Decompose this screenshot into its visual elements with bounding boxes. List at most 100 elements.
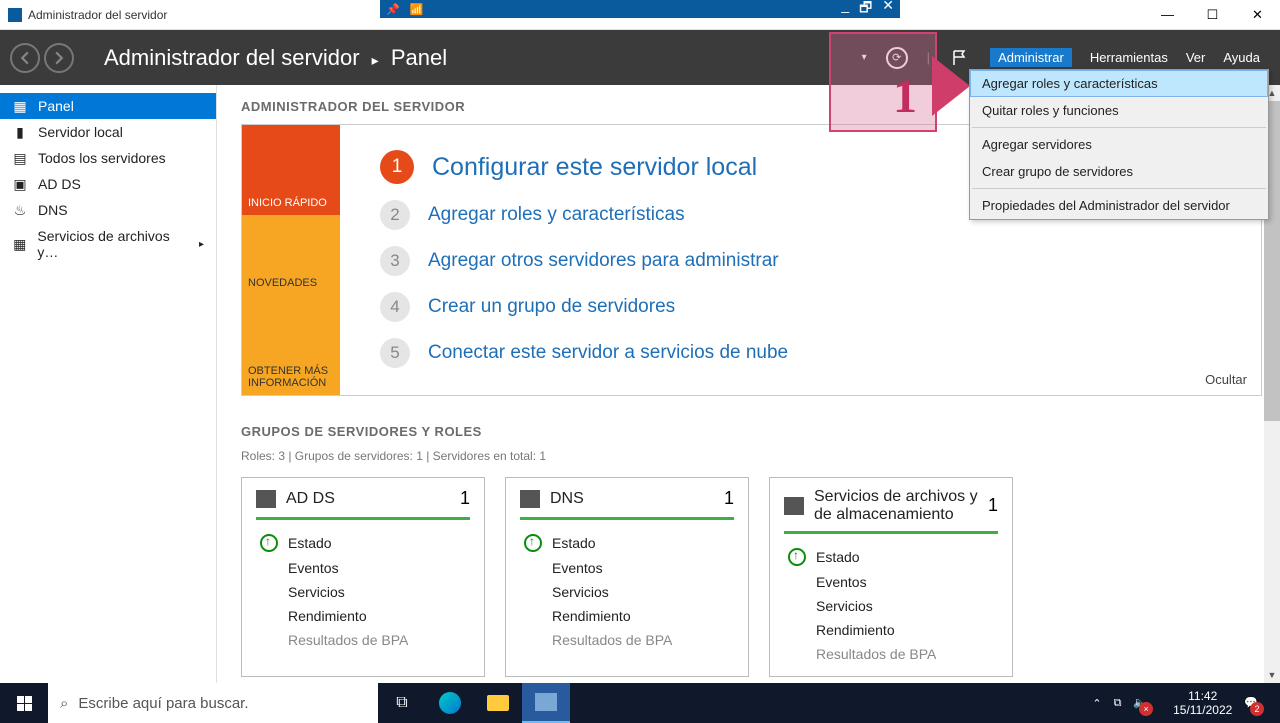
tile-row-bpa[interactable]: Resultados de BPA [256, 628, 470, 652]
close-button[interactable]: ✕ [1235, 0, 1280, 30]
sidebar-item-label: Panel [38, 98, 74, 114]
step-number: 4 [380, 292, 410, 322]
tray-overflow-button[interactable]: ⌃ [1092, 697, 1101, 710]
sidebar-item-label: Servicios de archivos y… [37, 228, 189, 260]
tile-title: DNS [550, 490, 714, 508]
adds-icon: ▣ [12, 176, 28, 192]
annotation-callout: 1 [829, 32, 937, 132]
tile-row-rendimiento[interactable]: Rendimiento [784, 618, 998, 642]
maximize-button[interactable]: ☐ [1190, 0, 1235, 30]
tray-clock[interactable]: 11:42 15/11/2022 [1173, 689, 1232, 718]
outer-window-title: Administrador del servidor [0, 8, 167, 22]
tile-row-rendimiento[interactable]: Rendimiento [520, 604, 734, 628]
task-view-button[interactable]: ⧉ [378, 683, 426, 723]
sidebar-item-adds[interactable]: ▣ AD DS [0, 171, 216, 197]
tile-row-servicios[interactable]: Servicios [256, 580, 470, 604]
tile-row-servicios[interactable]: Servicios [784, 594, 998, 618]
nav-forward-button[interactable] [44, 43, 74, 73]
breadcrumb-current: Panel [391, 45, 447, 70]
status-up-icon [260, 534, 278, 552]
role-tile-adds[interactable]: AD DS 1 Estado Eventos Servicios Rendimi… [241, 477, 485, 677]
taskbar-search[interactable]: ⌕ Escribe aquí para buscar. [48, 683, 378, 723]
server-icon: ▮ [12, 124, 28, 140]
sidebar-item-label: Servidor local [38, 124, 123, 140]
app-icon [8, 8, 22, 22]
taskbar-edge[interactable] [426, 683, 474, 723]
dropdown-remove-roles[interactable]: Quitar roles y funciones [970, 97, 1268, 124]
status-up-icon [788, 548, 806, 566]
tile-row-eventos[interactable]: Eventos [520, 556, 734, 580]
menu-ayuda[interactable]: Ayuda [1223, 50, 1260, 65]
tile-row-bpa[interactable]: Resultados de BPA [784, 642, 998, 666]
hide-link[interactable]: Ocultar [1205, 372, 1247, 387]
chevron-right-icon: ▸ [199, 239, 204, 250]
nav-back-button[interactable] [10, 43, 40, 73]
role-icon [784, 497, 804, 515]
windows-logo-icon [17, 696, 32, 711]
servers-icon: ▤ [12, 150, 28, 166]
pin-icon[interactable]: 📌 [386, 3, 400, 16]
welcome-tab-learnmore[interactable]: OBTENER MÁS INFORMACIÓN [242, 295, 340, 395]
menu-ver[interactable]: Ver [1186, 50, 1206, 65]
annotation-number: 1 [893, 69, 917, 124]
vm-minimize-button[interactable]: _ [841, 0, 849, 21]
breadcrumb-root[interactable]: Administrador del servidor [104, 45, 360, 70]
menu-herramientas[interactable]: Herramientas [1090, 50, 1168, 65]
vm-close-button[interactable]: ✕ [882, 0, 894, 21]
tray-volume-badge: × [1139, 702, 1153, 716]
sidebar: ▦ Panel ▮ Servidor local ▤ Todos los ser… [0, 85, 217, 683]
tile-row-eventos[interactable]: Eventos [256, 556, 470, 580]
window-title-text: Administrador del servidor [28, 8, 167, 22]
tile-title: Servicios de archivos y de almacenamient… [814, 488, 978, 523]
menu-administrar[interactable]: Administrar [990, 48, 1072, 67]
tray-network-icon[interactable]: ⧉ [1114, 697, 1122, 710]
tile-row-servicios[interactable]: Servicios [520, 580, 734, 604]
sidebar-item-local-server[interactable]: ▮ Servidor local [0, 119, 216, 145]
dashboard-icon: ▦ [12, 98, 28, 114]
annotation-arrow-icon [932, 56, 970, 116]
dns-icon: ♨ [12, 202, 28, 218]
dropdown-separator [972, 188, 1266, 189]
tile-row-eventos[interactable]: Eventos [784, 570, 998, 594]
tile-row-estado[interactable]: Estado [520, 530, 734, 556]
taskbar-explorer[interactable] [474, 683, 522, 723]
role-tile-file-storage[interactable]: Servicios de archivos y de almacenamient… [769, 477, 1013, 677]
action-center-badge: 2 [1250, 702, 1264, 716]
administrar-dropdown: Agregar roles y características Quitar r… [969, 69, 1269, 220]
search-icon: ⌕ [60, 695, 68, 712]
dropdown-properties[interactable]: Propiedades del Administrador del servid… [970, 192, 1268, 219]
server-manager-icon [535, 693, 557, 711]
groups-title: GRUPOS DE SERVIDORES Y ROLES [241, 424, 1262, 439]
status-up-icon [524, 534, 542, 552]
signal-icon: 📶 [410, 3, 424, 16]
step-number: 3 [380, 246, 410, 276]
tile-row-estado[interactable]: Estado [256, 530, 470, 556]
vm-maximize-button[interactable]: 🗗 [859, 0, 872, 21]
minimize-button[interactable]: — [1145, 0, 1190, 30]
sidebar-item-dns[interactable]: ♨ DNS [0, 197, 216, 223]
step-connect-cloud[interactable]: 5 Conectar este servidor a servicios de … [380, 338, 1241, 368]
sidebar-item-panel[interactable]: ▦ Panel [0, 93, 216, 119]
edge-icon [439, 692, 461, 714]
dropdown-create-group[interactable]: Crear grupo de servidores [970, 158, 1268, 185]
scroll-down-button[interactable]: ▼ [1264, 667, 1280, 683]
step-create-group[interactable]: 4 Crear un grupo de servidores [380, 292, 1241, 322]
role-tile-dns[interactable]: DNS 1 Estado Eventos Servicios Rendimien… [505, 477, 749, 677]
welcome-tab-news[interactable]: NOVEDADES [242, 215, 340, 295]
dropdown-add-servers[interactable]: Agregar servidores [970, 131, 1268, 158]
groups-subtitle: Roles: 3 | Grupos de servidores: 1 | Ser… [241, 449, 1262, 463]
tray-date: 15/11/2022 [1173, 703, 1232, 717]
sidebar-item-label: AD DS [38, 176, 81, 192]
sidebar-item-all-servers[interactable]: ▤ Todos los servidores [0, 145, 216, 171]
welcome-tab-quickstart[interactable]: INICIO RÁPIDO [242, 125, 340, 215]
tile-row-estado[interactable]: Estado [784, 544, 998, 570]
taskbar-server-manager[interactable] [522, 683, 570, 723]
step-number: 1 [380, 150, 414, 184]
dropdown-add-roles[interactable]: Agregar roles y características [970, 70, 1268, 97]
start-button[interactable] [0, 683, 48, 723]
step-add-servers[interactable]: 3 Agregar otros servidores para administ… [380, 246, 1241, 276]
vm-connection-bar: 📌 📶 _ 🗗 ✕ [380, 0, 900, 18]
tile-row-bpa[interactable]: Resultados de BPA [520, 628, 734, 652]
sidebar-item-file-services[interactable]: ▦ Servicios de archivos y… ▸ [0, 223, 216, 265]
tile-row-rendimiento[interactable]: Rendimiento [256, 604, 470, 628]
